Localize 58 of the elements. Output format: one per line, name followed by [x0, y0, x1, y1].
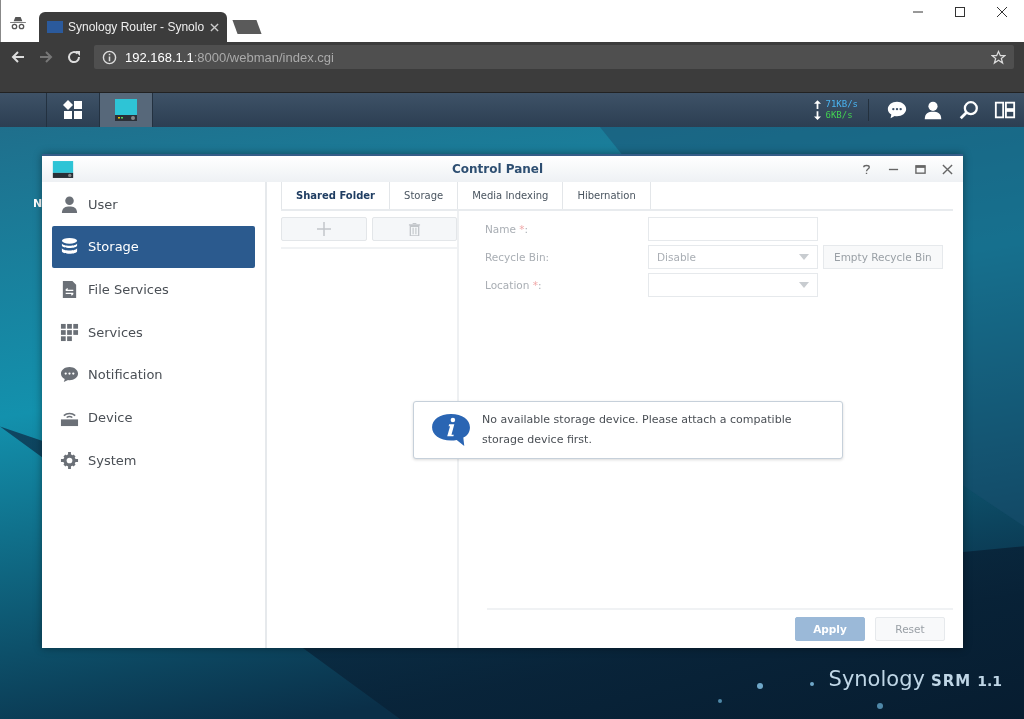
brand-logo: Synology SRM 1.1	[828, 667, 1002, 691]
desktop-icon-label[interactable]: N	[33, 197, 43, 210]
tab-title: Synology Router - Synolo	[68, 20, 205, 34]
database-icon	[60, 237, 79, 257]
grid-icon	[60, 322, 79, 342]
window-title: Control Panel	[450, 162, 545, 176]
control-panel-icon	[113, 97, 139, 123]
settings-icon	[60, 450, 79, 470]
sidebar-item[interactable]: User	[52, 183, 255, 225]
info-icon	[102, 49, 117, 65]
widgets-icon[interactable]	[994, 99, 1016, 121]
info-icon	[430, 412, 472, 448]
tab[interactable]: Media Indexing	[458, 182, 564, 209]
incognito-icon	[9, 16, 27, 30]
maximize-icon[interactable]	[954, 6, 966, 18]
sidebar-item[interactable]: Notification	[52, 353, 255, 396]
star-icon[interactable]	[991, 49, 1006, 65]
search-icon[interactable]	[958, 99, 980, 121]
user-icon[interactable]	[922, 99, 944, 121]
chat-icon[interactable]	[886, 99, 908, 121]
sidebar-item[interactable]: Storage	[52, 225, 255, 268]
trash-icon	[407, 222, 421, 236]
sidebar-item[interactable]: System	[52, 439, 255, 482]
dropdown-caret-icon	[799, 254, 809, 260]
help-icon[interactable]	[861, 163, 872, 175]
field-label: Location *:	[484, 279, 543, 291]
person-icon	[60, 194, 79, 214]
plus-icon	[316, 222, 331, 236]
message-text: No available storage device. Please attach a compatible storage device first.	[482, 412, 793, 448]
browser-tab[interactable]: Synology Router - Synolo	[39, 12, 227, 42]
back-arrow-icon[interactable]	[10, 49, 26, 65]
sidebar-item[interactable]: Services	[52, 311, 255, 354]
site-favicon	[47, 21, 63, 33]
download-arrow-icon	[814, 111, 822, 120]
field-label: Recycle Bin:	[484, 251, 551, 263]
sidebar-item[interactable]: Device	[52, 396, 255, 439]
address-bar[interactable]: 192.168.1.1:8000/webman/index.cgi	[94, 45, 1014, 69]
tab[interactable]: Shared Folder	[281, 182, 391, 209]
file-transfer-icon	[60, 279, 79, 299]
sidebar-item[interactable]: File Services	[52, 268, 255, 311]
upload-arrow-icon	[814, 100, 822, 109]
tab[interactable]: Hibernation	[563, 182, 651, 209]
close-icon[interactable]	[996, 6, 1008, 18]
new-tab-button[interactable]	[232, 20, 262, 34]
chat-icon	[60, 365, 79, 385]
reload-icon[interactable]	[66, 49, 82, 65]
upload-speed: 71KB/s	[825, 99, 858, 110]
download-speed: 6KB/s	[825, 110, 853, 121]
field-label: Name *:	[484, 223, 530, 235]
apps-grid-icon	[63, 100, 83, 120]
forward-arrow-icon[interactable]	[38, 49, 54, 65]
dropdown-field[interactable]	[648, 273, 818, 297]
tab[interactable]: Storage	[390, 182, 459, 209]
dropdown-caret-icon	[799, 282, 809, 288]
maximize-icon[interactable]	[915, 163, 926, 175]
close-icon[interactable]	[942, 163, 953, 175]
control-panel-icon	[52, 159, 74, 179]
control-panel-taskbar-button[interactable]	[100, 93, 153, 127]
